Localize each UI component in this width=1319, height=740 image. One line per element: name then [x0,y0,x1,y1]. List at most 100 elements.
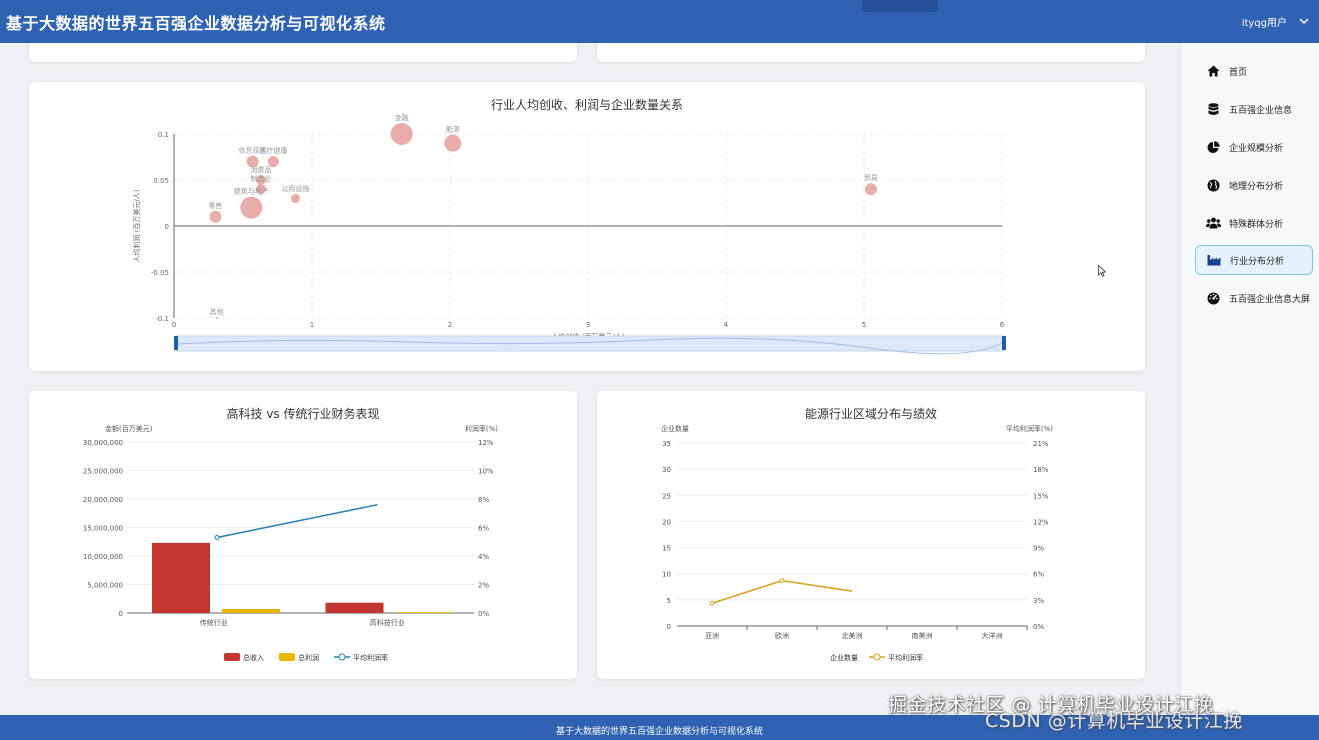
y-right-tick-label: 6% [1033,571,1044,579]
x-tick-label: 高科技行业 [370,618,405,627]
y-right-tick-label: 2% [478,582,489,590]
point-label: 建筑与地产 [234,187,269,196]
home-icon [1203,65,1223,77]
point-label: 公用设施 [281,184,309,193]
chevron-down-icon [1299,15,1309,28]
y-left-tick-label: 5 [667,597,671,605]
y-left-tick-label: 25 [662,492,671,500]
y-right-tick-label: 0% [1033,623,1044,631]
watermark-csdn: CSDN @计算机毕业设计江挽 [985,710,1243,732]
x-tick-label: 6 [1000,321,1005,329]
legend-label: 总收入 [243,653,264,662]
scatter-point [390,123,413,145]
user-name: ityqg用户 [1241,18,1287,29]
globe-icon [1203,179,1223,192]
legend-label: 总利润 [298,653,319,662]
legend-swatch-marker [873,653,881,661]
y-left-tick-label: 10 [662,571,671,579]
scatter-point [240,196,263,219]
y-left-tick-label: 30 [662,466,671,474]
y-right-axis-label: 利润率(%) [465,424,498,433]
sidebar-item-company-info[interactable]: 五百强企业信息 [1195,94,1313,124]
y-left-axis-label: 金额(百万美元) [105,424,153,433]
y-right-tick-label: 10% [478,468,494,476]
sidebar-item-home[interactable]: 首页 [1195,56,1313,86]
y-left-tick-label: 20 [662,518,671,526]
point-label: 制造业 [250,174,271,183]
y-right-tick-label: 8% [478,496,489,504]
y-left-tick-label: 20,000,000 [83,496,123,504]
x-tick-label: 北美洲 [842,631,863,640]
scatter-card: 行业人均创收、利润与企业数量关系 0 1 2 3 4 5 6 0.1 0.05 0 -0.05 -0.… [29,82,1145,371]
legend-label: 企业数量 [830,653,858,662]
zoom-slider-track [175,335,1005,352]
y-left-tick-label: 30,000,000 [83,439,123,447]
bar-总利润 [395,612,454,613]
sidebar-item-label: 特殊群体分析 [1229,219,1284,230]
sidebar-item-label: 地理分布分析 [1229,181,1284,192]
user-menu[interactable]: ityqg用户 [1242,0,1309,43]
users-icon [1203,217,1223,229]
scatter-point [215,317,218,319]
y-right-tick-label: 12% [1033,518,1049,526]
line-point [709,601,715,606]
y-left-tick-label: 25,000,000 [83,468,123,476]
app-title: 基于大数据的世界五百强企业数据分析与可视化系统 [6,13,386,33]
sidebar-item-label: 五百强企业信息大屏 [1229,294,1311,305]
point-label: 医疗健康 [259,146,287,155]
line-point [779,578,785,583]
sidebar-item-label: 首页 [1229,67,1248,78]
y-left-tick-label: 15,000,000 [83,525,123,533]
scatter-point [444,134,462,152]
top-card-right [597,43,1145,62]
x-tick-label: 2 [448,321,452,329]
sidebar-item-industry[interactable]: 行业分布分析 [1195,245,1313,275]
y-right-tick-label: 4% [478,553,489,561]
sidebar-item-special-groups[interactable]: 特殊群体分析 [1195,208,1313,238]
scatter-chart: 01234560.10.050-0.05-0.1人均创收 (百万美元/人)人均利… [132,113,1006,355]
legend-label: 平均利润率 [888,653,923,662]
y-right-tick-label: 0% [478,610,489,618]
y-right-tick-label: 21% [1033,440,1049,448]
y-left-tick-label: 0 [119,610,123,618]
sidebar-item-big-screen[interactable]: 五百强企业信息大屏 [1195,283,1313,313]
y-left-tick-label: 5,000,000 [87,582,123,590]
energy-card: 能源行业区域分布与绩效 企业数量 平均利润率(%) 0 5 10 15 20 25 30 35 0%… [597,391,1145,679]
sidebar-item-label: 行业分布分析 [1230,256,1285,267]
legend-swatch [224,653,240,661]
y-right-tick-label: 6% [478,525,489,533]
y-left-tick-label: 35 [662,440,671,448]
y-tick-label: -0.1 [155,315,169,323]
legend-swatch-marker [338,653,346,661]
y-tick-label: 0 [165,223,169,231]
main-content: 行业人均创收、利润与企业数量关系 0 1 2 3 4 5 6 0.1 0.05 0 -0.05 -0.… [0,43,1180,715]
sidebar: 首页 五百强企业信息 企业规模分析 地理分布分析 特殊群体分析 行业分布分析 五… [1180,43,1319,715]
x-tick-label: 欧洲 [775,631,789,640]
y-left-tick-label: 0 [667,623,671,631]
point-label: 贸易 [864,173,878,182]
legend-label: 平均利润率 [353,653,388,662]
sidebar-item-geo[interactable]: 地理分布分析 [1195,170,1313,200]
point-label: 零售 [208,201,222,210]
y-right-tick-label: 3% [1033,597,1044,605]
y-right-tick-label: 9% [1033,545,1044,553]
y-axis-label: 人均利润 (百万美元/人) [132,189,141,262]
x-tick-label: 南美洲 [912,631,933,640]
legend-swatch [279,653,295,661]
sidebar-item-label: 企业规模分析 [1229,143,1284,154]
x-tick-label: 5 [862,321,866,329]
point-label: 金融 [395,113,409,122]
dashboard-icon [1203,292,1223,305]
scatter-point [290,193,300,203]
bar-总收入 [152,542,210,613]
y-left-axis-label: 企业数量 [661,424,689,433]
point-label: 能源 [446,125,460,134]
sidebar-item-label: 五百强企业信息 [1229,105,1293,116]
scatter-point [864,183,877,196]
x-tick-label: 4 [724,321,729,329]
sidebar-item-scale[interactable]: 企业规模分析 [1195,132,1313,162]
pie-chart-icon [1203,140,1223,154]
y-tick-label: 0.1 [158,131,169,139]
top-tab-indicator [862,0,938,12]
energy-chart: 企业数量 平均利润率(%) 0 5 10 15 20 25 30 35 0% 3% 6% 9% 12% 15%… [661,424,1053,662]
